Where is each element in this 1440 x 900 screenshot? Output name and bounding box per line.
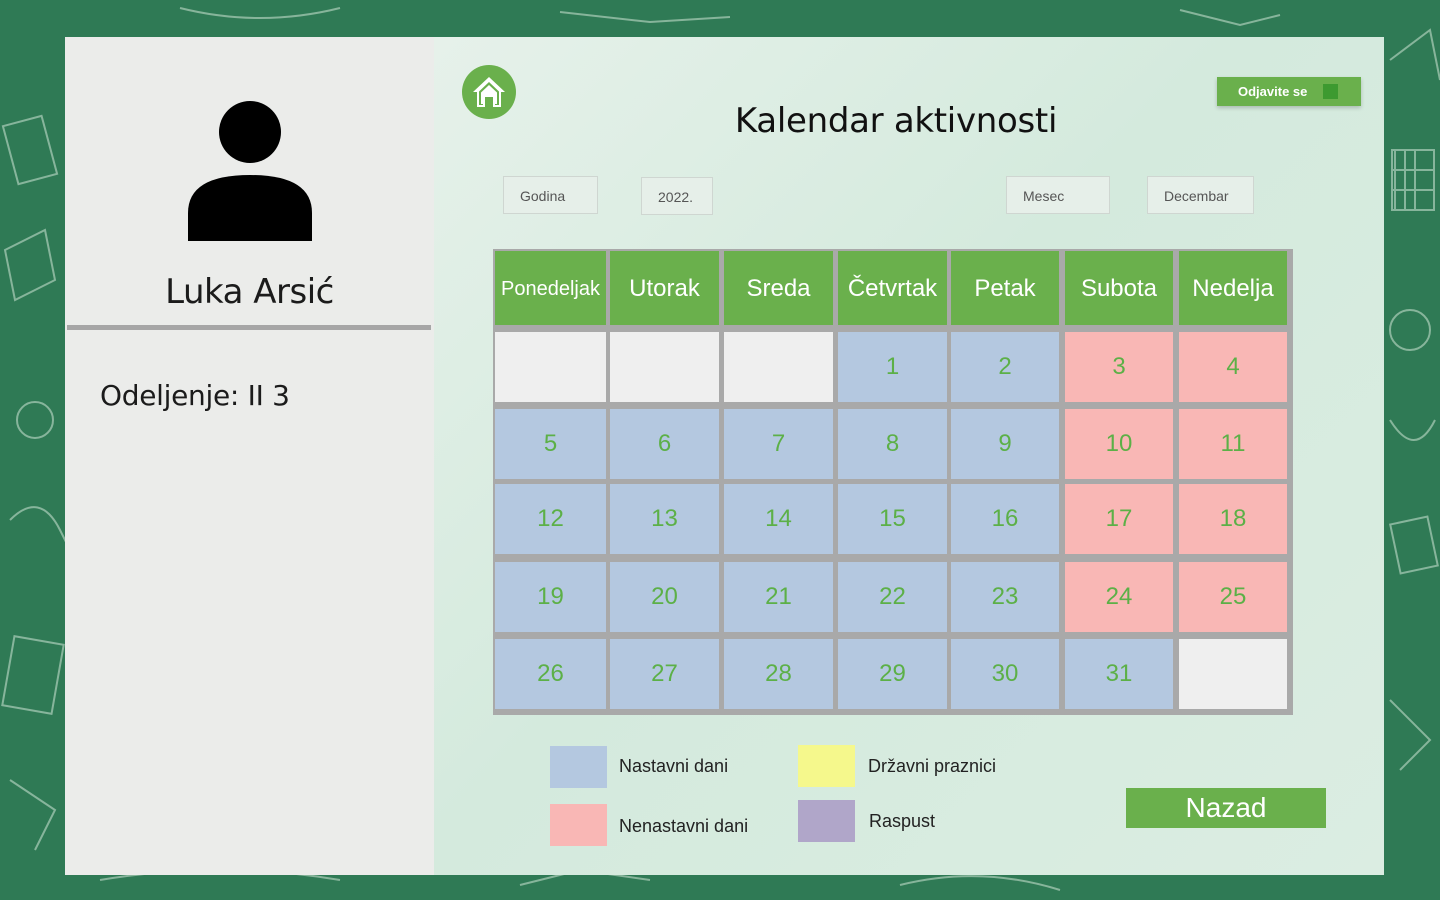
legend-swatch-non-teaching [550,804,607,846]
weekday-header: Utorak [610,251,719,325]
calendar-empty-cell [1179,639,1287,709]
calendar-panel: Kalendar aktivnosti Odjavite se Godina 2… [434,37,1384,875]
calendar-day-cell[interactable]: 10 [1065,409,1173,479]
calendar-day-cell[interactable]: 19 [495,562,606,632]
calendar-day-cell[interactable]: 13 [610,484,719,554]
calendar-day-cell[interactable]: 22 [838,562,947,632]
calendar-day-cell[interactable]: 16 [951,484,1059,554]
weekday-header: Ponedeljak [495,251,606,325]
calendar-day-cell[interactable]: 24 [1065,562,1173,632]
month-select[interactable]: Decembar [1147,176,1254,214]
calendar-empty-cell [495,332,606,402]
calendar-day-cell[interactable]: 5 [495,409,606,479]
calendar-day-cell[interactable]: 6 [610,409,719,479]
user-name: Luka Arsić [165,272,334,312]
calendar-day-cell[interactable]: 29 [838,639,947,709]
year-label: Godina [503,176,598,214]
legend-label-vacation: Raspust [869,811,936,831]
user-avatar-icon [188,101,312,241]
year-select[interactable]: 2022. [641,177,713,215]
calendar-day-cell[interactable]: 27 [610,639,719,709]
calendar-grid: Ponedeljak Utorak Sreda Četvrtak Petak S… [493,249,1293,715]
logout-icon [1323,84,1338,99]
calendar-day-cell[interactable]: 11 [1179,409,1287,479]
legend-label-teaching: Nastavni dani [619,756,729,776]
weekday-header: Četvrtak [838,251,947,325]
class-label: Odeljenje: II 3 [100,379,290,412]
calendar-day-cell[interactable]: 20 [610,562,719,632]
calendar-empty-cell [610,332,719,402]
calendar-day-cell[interactable]: 2 [951,332,1059,402]
calendar-day-cell[interactable]: 21 [724,562,833,632]
calendar-day-cell[interactable]: 31 [1065,639,1173,709]
calendar-day-cell[interactable]: 23 [951,562,1059,632]
legend-label-non-teaching: Nenastavni dani [619,816,749,836]
weekday-header: Petak [951,251,1059,325]
back-button[interactable]: Nazad [1126,788,1326,828]
calendar-day-cell[interactable]: 9 [951,409,1059,479]
profile-sidebar: Luka Arsić Odeljenje: II 3 [65,37,434,875]
legend-swatch-teaching [550,746,607,788]
calendar-day-cell[interactable]: 17 [1065,484,1173,554]
calendar-day-cell[interactable]: 8 [838,409,947,479]
weekday-header: Subota [1065,251,1173,325]
calendar-day-cell[interactable]: 4 [1179,332,1287,402]
calendar-day-cell[interactable]: 3 [1065,332,1173,402]
calendar-day-cell[interactable]: 26 [495,639,606,709]
weekday-header: Nedelja [1179,251,1287,325]
calendar-day-cell[interactable]: 25 [1179,562,1287,632]
weekday-header: Sreda [724,251,833,325]
calendar-day-cell[interactable]: 30 [951,639,1059,709]
calendar-empty-cell [724,332,833,402]
calendar-day-cell[interactable]: 1 [838,332,947,402]
legend-swatch-vacation [798,800,855,842]
legend-swatch-holidays [798,745,855,787]
calendar-day-cell[interactable]: 12 [495,484,606,554]
logout-label: Odjavite se [1238,84,1308,99]
calendar-day-cell[interactable]: 28 [724,639,833,709]
calendar-day-cell[interactable]: 18 [1179,484,1287,554]
calendar-day-cell[interactable]: 7 [724,409,833,479]
calendar-day-cell[interactable]: 15 [838,484,947,554]
sidebar-divider [67,325,431,330]
logout-button[interactable]: Odjavite se [1217,77,1361,106]
page-title: Kalendar aktivnosti [734,101,1058,141]
calendar-day-cell[interactable]: 14 [724,484,833,554]
legend-label-holidays: Državni praznici [868,756,997,776]
month-label: Mesec [1006,176,1110,214]
